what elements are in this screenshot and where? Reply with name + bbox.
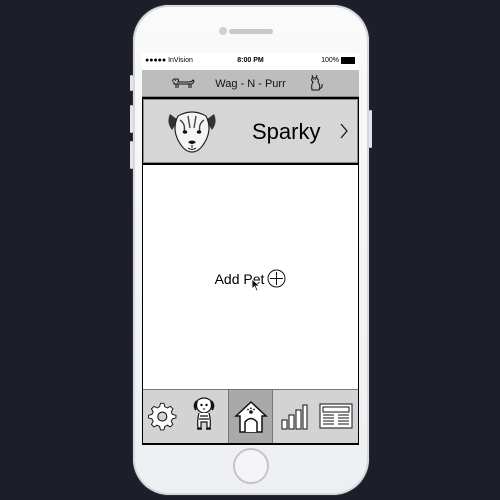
- front-camera: [219, 27, 227, 35]
- mouse-cursor-icon: [251, 278, 261, 292]
- volume-up-button: [130, 105, 133, 133]
- battery-indicator: 100%: [321, 57, 355, 64]
- volume-down-button: [130, 141, 133, 169]
- pet-card[interactable]: Sparky: [143, 99, 358, 163]
- earpiece: [229, 29, 273, 34]
- tab-settings-and-pet[interactable]: [143, 390, 229, 443]
- phone-frame: ●●●●● InVision 8:00 PM 100% Wag - N - Pu…: [130, 5, 372, 495]
- cat-icon: [311, 74, 323, 91]
- doghouse-icon[interactable]: [234, 400, 268, 434]
- tab-home[interactable]: [229, 390, 273, 443]
- chevron-right-icon[interactable]: [340, 123, 348, 139]
- battery-icon: [341, 57, 355, 64]
- gear-icon[interactable]: [148, 402, 178, 432]
- bar-chart-icon[interactable]: [280, 402, 308, 430]
- mute-switch: [130, 75, 133, 91]
- tab-stats-and-news[interactable]: [273, 390, 358, 443]
- app-title: Wag - N - Purr: [215, 78, 286, 90]
- home-button[interactable]: [233, 448, 269, 484]
- dog-icon[interactable]: [189, 396, 219, 436]
- main-content: Add Pet: [143, 165, 358, 389]
- app-screen: ●●●●● InVision 8:00 PM 100% Wag - N - Pu…: [142, 53, 359, 445]
- nav-bar: Wag - N - Purr: [142, 70, 359, 97]
- dog-face-icon: [168, 111, 216, 153]
- newspaper-icon[interactable]: [319, 402, 353, 430]
- status-bar: ●●●●● InVision 8:00 PM 100%: [142, 53, 359, 70]
- plus-circle-icon[interactable]: [267, 269, 286, 288]
- pet-name: Sparky: [252, 119, 321, 144]
- battery-percent: 100%: [321, 57, 339, 64]
- tab-bar: [143, 389, 358, 443]
- power-button: [369, 110, 372, 148]
